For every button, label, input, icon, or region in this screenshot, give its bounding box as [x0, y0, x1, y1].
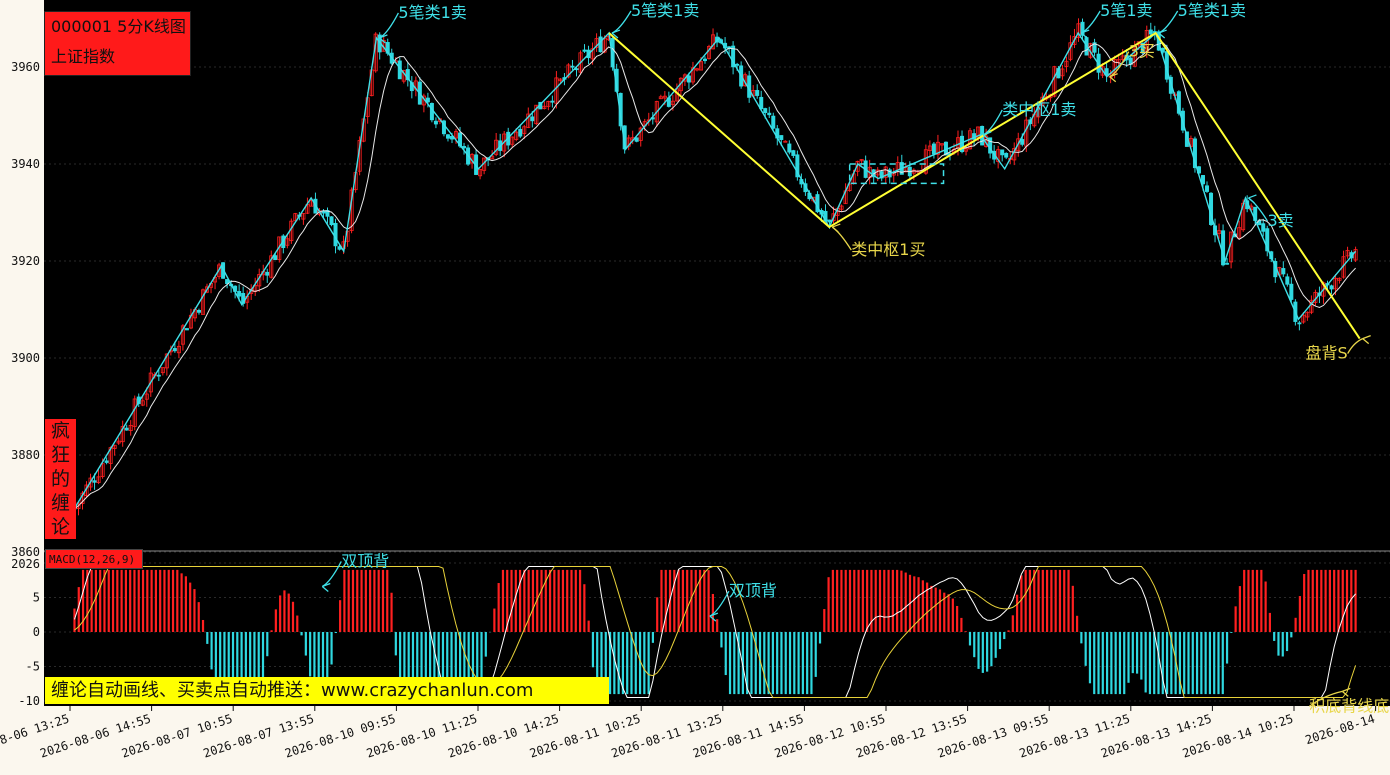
candle-body — [779, 135, 784, 140]
macd-tick-label: 2026 — [11, 557, 40, 571]
macd-tick-label: 0 — [33, 625, 40, 639]
price-tick-label: 3960 — [11, 60, 40, 74]
candle-body — [1297, 322, 1302, 325]
price-tick-label: 3920 — [11, 254, 40, 268]
annotation-label: 双顶背 — [341, 551, 389, 570]
macd-label: MACD(12,26,9) — [45, 549, 143, 569]
candle-body — [791, 150, 796, 156]
annotation-label: 3卖 — [1267, 211, 1293, 230]
plot-background — [44, 0, 1390, 706]
candle-body — [445, 134, 450, 139]
x-tick-label: 2026-08-14 — [1303, 712, 1376, 748]
candle-body — [518, 128, 523, 137]
candle-body — [1205, 185, 1210, 192]
chart-canvas: 5笔类1卖 5笔类1卖类中枢1买类中枢1卖5笔1卖3买5笔类1卖3卖盘背S双顶背双… — [0, 0, 1390, 761]
candle-body — [550, 100, 555, 103]
candle-body — [196, 310, 201, 313]
candle-body — [598, 36, 603, 53]
candle-body — [755, 90, 760, 96]
annotation-label: 5笔类1卖 — [1178, 1, 1246, 20]
candle-body — [1225, 262, 1230, 265]
annotation-label: 双顶背 — [729, 581, 777, 600]
candle-body — [771, 115, 776, 129]
side-char: 的 — [50, 468, 70, 490]
annotation-label: 5笔类1卖 — [398, 3, 466, 22]
annotation-label: 类中枢1买 — [851, 240, 925, 259]
candle-body — [1261, 223, 1266, 232]
candle-body — [1004, 152, 1009, 158]
candle-body — [735, 63, 740, 66]
annotation-label: 积底背线底 — [1309, 696, 1389, 715]
candle-body — [462, 146, 467, 149]
candle-body — [265, 271, 270, 276]
candle-body — [931, 143, 936, 155]
candle-body — [104, 460, 109, 463]
macd-tick-label: 5 — [33, 591, 40, 605]
candle-body — [787, 143, 792, 153]
side-brand-label: 疯 狂 的 缠 论 — [45, 419, 76, 539]
chart-title: 000001 5分K线图 — [51, 17, 186, 36]
candle-body — [433, 120, 438, 125]
candle-body — [1281, 268, 1286, 275]
candle-body — [1000, 149, 1005, 156]
candle-body — [273, 255, 278, 261]
candle-body — [184, 328, 189, 331]
annotation-label: 盘背S — [1306, 344, 1348, 363]
candle-body — [237, 291, 242, 297]
candle-body — [582, 49, 587, 52]
candle-body — [1148, 29, 1153, 35]
annotation-label: 3买 — [1129, 42, 1155, 61]
side-char: 缠 — [50, 492, 70, 514]
annotation-label: 5笔类1卖 — [631, 1, 699, 20]
candle-body — [124, 427, 129, 431]
x-axis-ticks: 2026-08-06 13:252026-08-06 14:552026-08-… — [0, 706, 1377, 761]
candle-body — [686, 75, 691, 83]
promo-banner: 缠论自动画线、买卖点自动推送：www.crazychanlun.com — [45, 677, 609, 704]
candle-body — [702, 58, 707, 62]
chart-title-box: 000001 5分K线图 上证指数 — [44, 11, 191, 76]
macd-tick-label: -10 — [18, 694, 40, 708]
candle-body — [530, 116, 535, 122]
candle-body — [333, 222, 338, 247]
candle-body — [570, 65, 575, 68]
candle-body — [1020, 139, 1025, 145]
chart-subtitle: 上证指数 — [51, 47, 116, 66]
side-char: 疯 — [50, 420, 70, 442]
side-char: 狂 — [50, 444, 70, 466]
candle-body — [92, 480, 97, 483]
candle-body — [763, 108, 768, 114]
candle-body — [156, 374, 161, 377]
candle-body — [1329, 285, 1334, 290]
candle-body — [1289, 283, 1294, 300]
macd-tick-label: -5 — [26, 660, 40, 674]
candle-body — [827, 219, 832, 223]
y-axis-ticks: 386038803900392039403960-10-5052026 — [11, 60, 40, 708]
annotation-label: 类中枢1卖 — [1002, 100, 1076, 119]
price-tick-label: 3880 — [11, 448, 40, 462]
candle-body — [425, 97, 430, 103]
candle-body — [767, 112, 772, 116]
side-char: 论 — [50, 516, 70, 538]
candle-body — [329, 216, 334, 226]
price-tick-label: 3940 — [11, 157, 40, 171]
candle-body — [1285, 276, 1290, 285]
price-tick-label: 3900 — [11, 351, 40, 365]
candle-body — [172, 348, 177, 352]
candle-body — [634, 137, 639, 142]
annotation-label: 5笔1卖 — [1100, 1, 1152, 20]
